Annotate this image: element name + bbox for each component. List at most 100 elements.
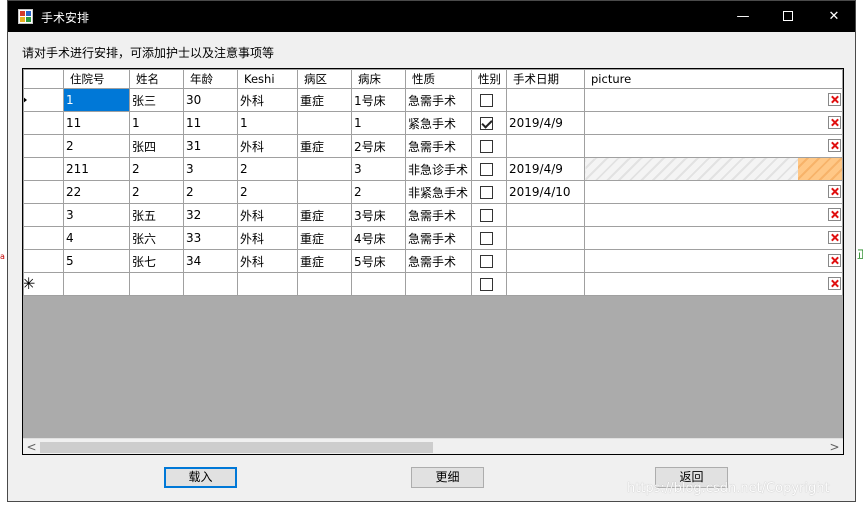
cell-picture[interactable] [584,134,843,158]
column-header-ward[interactable]: 病区 [297,69,352,89]
cell-surgery-date[interactable]: 2019/4/9 [506,157,585,181]
column-header-surgery-date[interactable]: 手术日期 [506,69,585,89]
cell-name[interactable]: 张六 [129,226,184,250]
row-header[interactable] [23,249,64,273]
cell-nature[interactable] [405,272,472,296]
row-header[interactable] [23,157,64,181]
cell-picture[interactable] [584,180,843,204]
cell-ward[interactable]: 重症 [297,226,352,250]
scroll-left-icon[interactable]: < [23,439,40,454]
cell-picture[interactable] [584,88,843,112]
cell-bed[interactable]: 1号床 [351,88,406,112]
cell-surgery-date[interactable]: 2019/4/10 [506,180,585,204]
gender-checkbox[interactable] [480,255,493,268]
cell-bed[interactable] [351,272,406,296]
cell-age[interactable] [183,272,238,296]
new-row[interactable]: ✳ [23,272,843,296]
cell-nature[interactable]: 非急诊手术 [405,157,472,181]
maximize-button[interactable] [765,1,811,32]
gender-checkbox[interactable] [480,232,493,245]
column-header-name[interactable]: 姓名 [129,69,184,89]
cell-age[interactable]: 11 [183,111,238,135]
cell-name[interactable]: 2 [129,180,184,204]
cell-bed[interactable]: 2号床 [351,134,406,158]
cell-ward[interactable] [297,157,352,181]
cell-admission-no[interactable]: 211 [63,157,130,181]
cell-ward[interactable]: 重症 [297,249,352,273]
cell-nature[interactable]: 急需手术 [405,203,472,227]
row-header-corner[interactable] [23,69,64,89]
cell-admission-no[interactable]: 3 [63,203,130,227]
cell-ward[interactable] [297,180,352,204]
cell-name[interactable]: 张五 [129,203,184,227]
cell-bed[interactable]: 4号床 [351,226,406,250]
column-header-bed[interactable]: 病床 [351,69,406,89]
cell-age[interactable]: 33 [183,226,238,250]
gender-checkbox[interactable] [480,278,493,291]
gender-checkbox[interactable] [480,209,493,222]
column-header-nature[interactable]: 性质 [405,69,472,89]
cell-nature[interactable]: 急需手术 [405,249,472,273]
cell-ward[interactable]: 重症 [297,134,352,158]
column-header-age[interactable]: 年龄 [183,69,238,89]
cell-nature[interactable]: 紧急手术 [405,111,472,135]
cell-age[interactable]: 30 [183,88,238,112]
row-header[interactable] [23,88,64,112]
table-row[interactable]: 2 张四 31 外科 重症 2号床 急需手术 [23,134,843,158]
cell-picture[interactable] [584,272,843,296]
cell-nature[interactable]: 急需手术 [405,226,472,250]
gender-checkbox[interactable] [480,117,493,130]
cell-keshi[interactable] [237,272,298,296]
cell-bed[interactable]: 2 [351,180,406,204]
cell-bed[interactable]: 5号床 [351,249,406,273]
row-header[interactable]: ✳ [23,272,64,296]
cell-picture[interactable] [584,249,843,273]
cell-nature[interactable]: 非紧急手术 [405,180,472,204]
cell-age[interactable]: 31 [183,134,238,158]
cell-ward[interactable] [297,272,352,296]
column-header-keshi[interactable]: Keshi [237,69,298,89]
row-header[interactable] [23,226,64,250]
cell-picture[interactable] [584,157,843,181]
cell-admission-no[interactable] [63,272,130,296]
cell-age[interactable]: 3 [183,157,238,181]
cell-name[interactable] [129,272,184,296]
cell-name[interactable]: 张四 [129,134,184,158]
column-header-gender[interactable]: 性别 [471,69,507,89]
table-row[interactable]: 11 1 11 1 1 紧急手术 2019/4/9 [23,111,843,135]
cell-admission-no[interactable]: 2 [63,134,130,158]
gender-checkbox[interactable] [480,140,493,153]
cell-keshi[interactable]: 2 [237,157,298,181]
row-header[interactable] [23,203,64,227]
cell-surgery-date[interactable] [506,88,585,112]
cell-keshi[interactable]: 1 [237,111,298,135]
cell-bed[interactable]: 3 [351,157,406,181]
minimize-button[interactable]: — [720,1,766,32]
cell-admission-no[interactable]: 4 [63,226,130,250]
table-row[interactable]: 5 张七 34 外科 重症 5号床 急需手术 [23,249,843,273]
gender-checkbox[interactable] [480,186,493,199]
cell-keshi[interactable]: 2 [237,180,298,204]
surgery-data-grid[interactable]: 住院号 姓名 年龄 Keshi 病区 病床 性质 性别 手术日期 picture… [22,68,844,455]
cell-name[interactable]: 2 [129,157,184,181]
cell-admission-no[interactable]: 22 [63,180,130,204]
cell-name[interactable]: 1 [129,111,184,135]
row-header[interactable] [23,111,64,135]
table-row[interactable]: 22 2 2 2 2 非紧急手术 2019/4/10 [23,180,843,204]
load-button[interactable]: 载入 [164,467,237,488]
row-header[interactable] [23,134,64,158]
cell-surgery-date[interactable] [506,226,585,250]
cell-admission-no[interactable]: 1 [63,88,130,112]
cell-keshi[interactable]: 外科 [237,203,298,227]
cell-picture[interactable] [584,111,843,135]
cell-keshi[interactable]: 外科 [237,134,298,158]
cell-keshi[interactable]: 外科 [237,226,298,250]
cell-surgery-date[interactable] [506,134,585,158]
cell-age[interactable]: 32 [183,203,238,227]
cell-nature[interactable]: 急需手术 [405,134,472,158]
cell-ward[interactable]: 重症 [297,203,352,227]
cell-surgery-date[interactable]: 2019/4/9 [506,111,585,135]
cell-age[interactable]: 2 [183,180,238,204]
cell-surgery-date[interactable] [506,203,585,227]
cell-keshi[interactable]: 外科 [237,88,298,112]
